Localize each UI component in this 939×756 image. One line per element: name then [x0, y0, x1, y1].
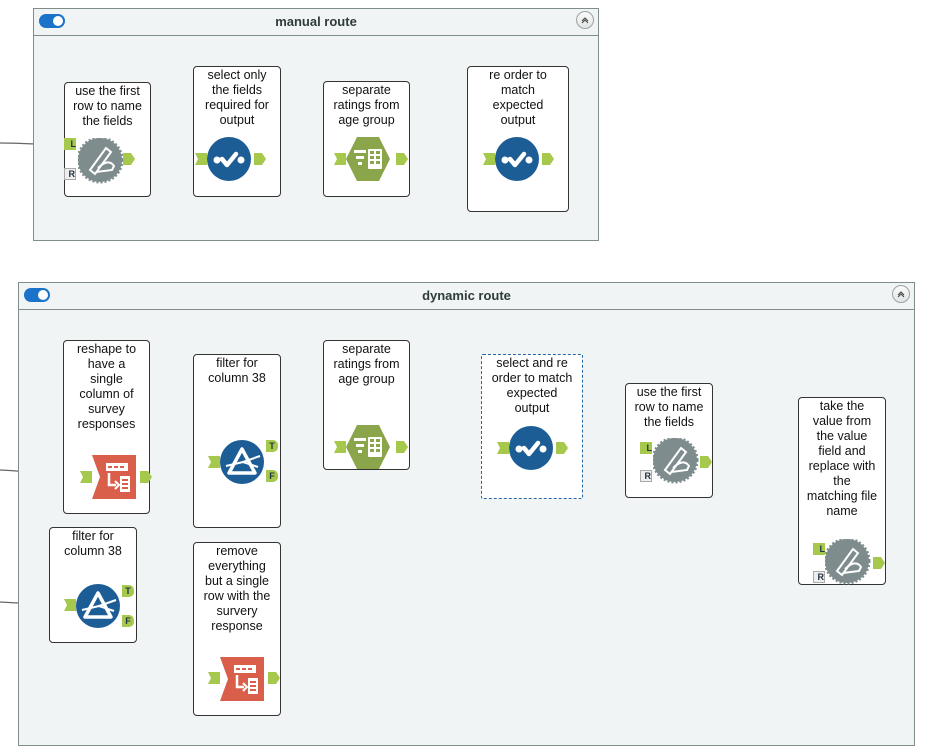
output-anchor[interactable] [254, 153, 266, 165]
tool-annotation: re order to match expected output [489, 68, 547, 127]
tool-filter[interactable]: filter for column 38 T F [193, 354, 281, 528]
input-anchor[interactable] [80, 471, 92, 483]
input-anchor-right[interactable]: R [813, 571, 825, 583]
text-to-columns-icon [346, 425, 390, 469]
true-anchor[interactable]: T [266, 440, 278, 452]
chevron-up-icon [581, 17, 589, 24]
input-anchor-left[interactable]: L [813, 543, 825, 555]
tool-annotation: reshape to have a single column of surve… [76, 342, 137, 431]
input-anchor[interactable] [208, 672, 220, 684]
tool-select-selected[interactable]: select and re order to match expected ou… [481, 354, 583, 499]
false-anchor[interactable]: F [266, 470, 278, 482]
tool-annotation: select only the fields required for outp… [205, 68, 269, 127]
output-anchor[interactable] [700, 456, 712, 468]
tool-annotation: use the first row to name the fields [73, 84, 142, 128]
output-anchor[interactable] [268, 672, 280, 684]
tool-select[interactable]: select only the fields required for outp… [193, 66, 281, 197]
tool-annotation: take the value from the value field and … [806, 399, 878, 518]
transpose-icon [220, 657, 264, 701]
filter-icon [76, 584, 120, 628]
true-anchor[interactable]: T [122, 585, 134, 597]
input-anchor-right[interactable]: R [640, 470, 652, 482]
dynamic-rename-icon [653, 438, 699, 484]
tool-annotation: use the first row to name the fields [634, 385, 704, 429]
select-icon [495, 137, 539, 181]
output-anchor[interactable] [396, 153, 408, 165]
output-anchor[interactable] [556, 442, 568, 454]
output-anchor[interactable] [542, 153, 554, 165]
container-dynamic-route[interactable]: dynamic route [18, 282, 915, 746]
false-anchor[interactable]: F [122, 615, 134, 627]
output-anchor[interactable] [873, 557, 885, 569]
tool-transpose[interactable]: reshape to have a single column of surve… [63, 340, 152, 514]
tool-annotation: filter for column 38 [64, 529, 122, 558]
dynamic-rename-icon [78, 138, 124, 184]
output-anchor[interactable] [123, 153, 135, 165]
output-anchor[interactable] [396, 441, 408, 453]
tool-transpose[interactable]: remove everything but a single row with … [193, 542, 281, 716]
text-to-columns-icon [346, 137, 390, 181]
input-anchor[interactable] [334, 441, 346, 453]
input-anchor[interactable] [64, 599, 76, 611]
container-header: manual route [34, 9, 598, 36]
tool-annotation: filter for column 38 [208, 356, 266, 385]
collapse-button[interactable] [892, 285, 910, 303]
tool-text-to-columns[interactable]: separate ratings from age group [323, 340, 410, 470]
chevron-up-icon [897, 291, 905, 298]
input-anchor[interactable] [208, 456, 220, 468]
select-icon [207, 137, 251, 181]
container-title: dynamic route [422, 288, 511, 303]
tool-text-to-columns[interactable]: separate ratings from age group [323, 81, 410, 197]
tool-annotation: separate ratings from age group [333, 83, 400, 127]
collapse-button[interactable] [576, 11, 594, 29]
output-anchor[interactable] [140, 471, 152, 483]
container-title: manual route [275, 14, 357, 29]
select-icon [509, 426, 553, 470]
tool-annotation: separate ratings from age group [333, 342, 400, 386]
tool-dynamic-rename[interactable]: use the first row to name the fields L R [625, 383, 713, 498]
tool-dynamic-rename[interactable]: use the first row to name the fields L R [64, 82, 151, 197]
tool-select[interactable]: re order to match expected output [467, 66, 569, 212]
tool-filter[interactable]: filter for column 38 T F [49, 527, 137, 643]
tool-annotation: select and re order to match expected ou… [491, 356, 573, 415]
input-anchor-right[interactable]: R [64, 168, 76, 180]
input-anchor[interactable] [497, 442, 509, 454]
input-anchor[interactable] [195, 153, 207, 165]
filter-icon [220, 440, 264, 484]
input-anchor-left[interactable]: L [64, 138, 76, 150]
dynamic-rename-icon [825, 539, 871, 585]
input-anchor[interactable] [483, 153, 495, 165]
container-header: dynamic route [19, 283, 914, 310]
transpose-icon [92, 455, 136, 499]
tool-dynamic-rename[interactable]: take the value from the value field and … [798, 397, 886, 585]
input-anchor[interactable] [334, 153, 346, 165]
tool-annotation: remove everything but a single row with … [203, 544, 271, 633]
input-anchor-left[interactable]: L [640, 442, 652, 454]
